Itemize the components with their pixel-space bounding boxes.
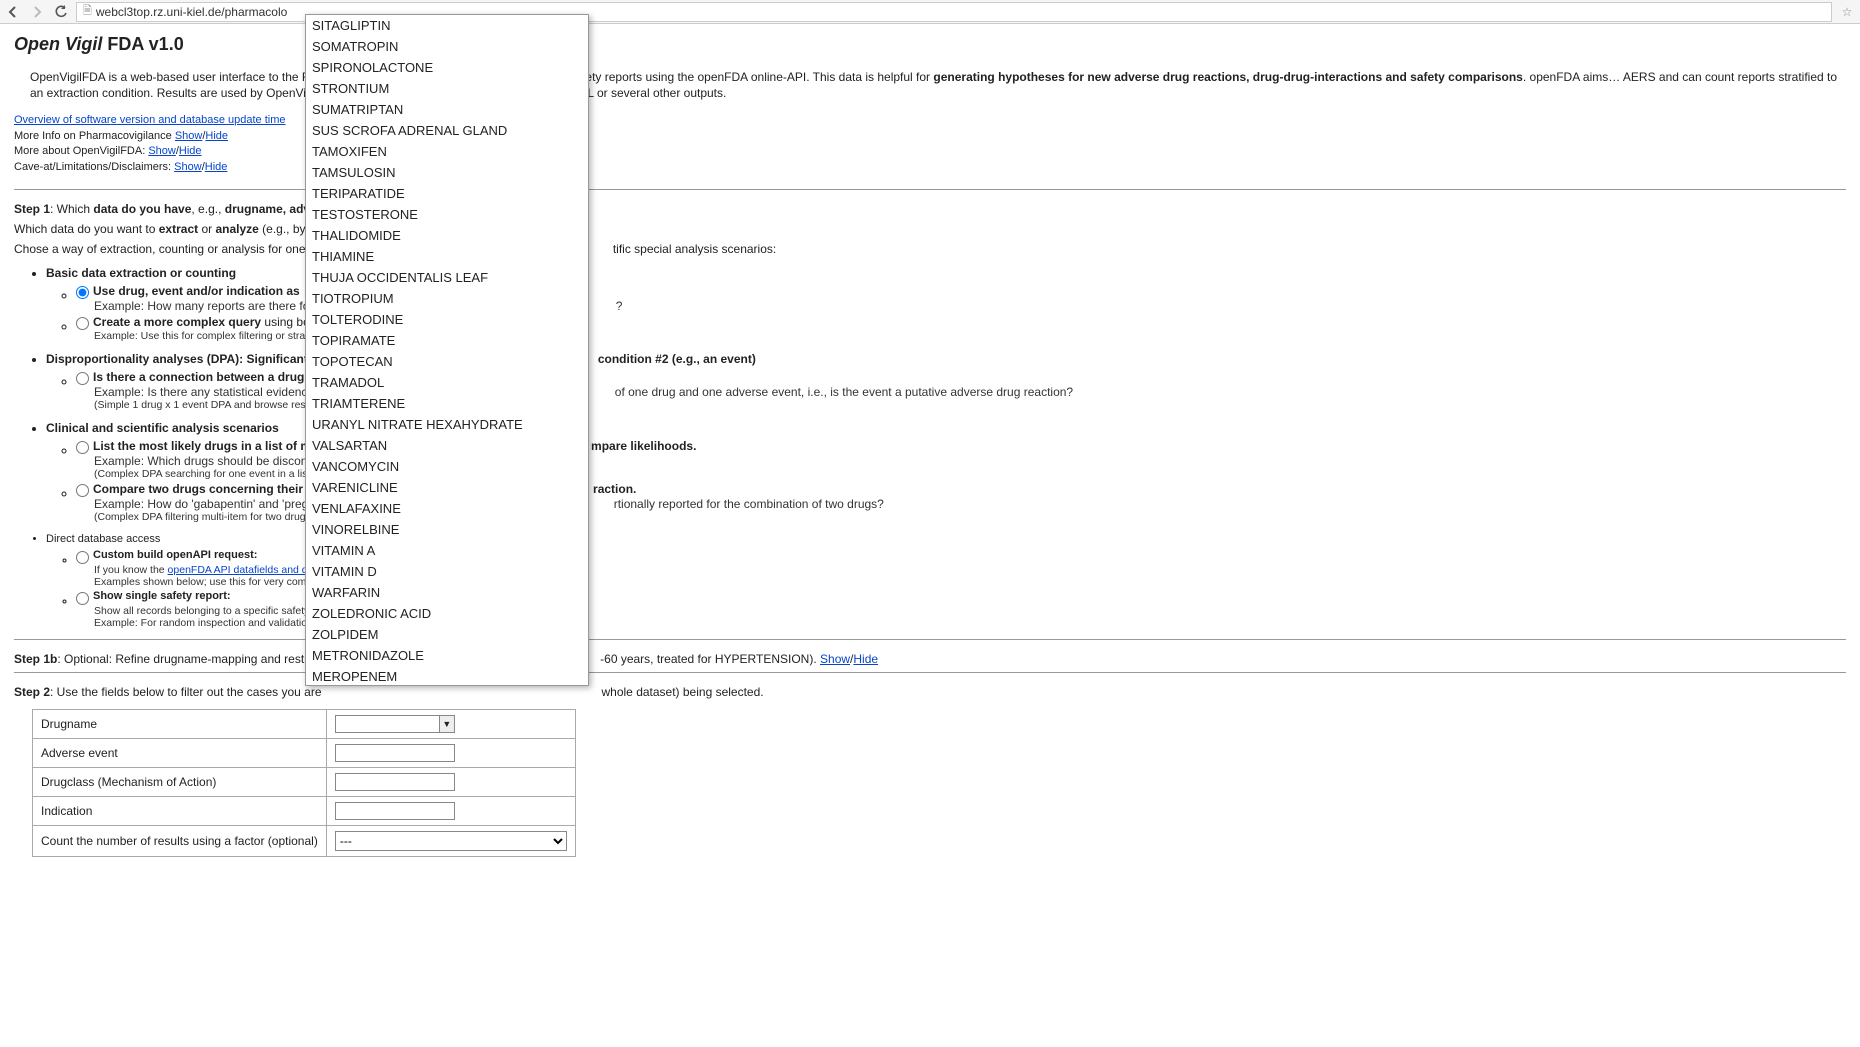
radio-complex-query[interactable]: [76, 317, 89, 330]
dropdown-option[interactable]: TIOTROPIUM: [306, 288, 588, 309]
dropdown-option[interactable]: THIAMINE: [306, 246, 588, 267]
dropdown-option[interactable]: SOMATROPIN: [306, 36, 588, 57]
dropdown-option[interactable]: MEROPENEM: [306, 666, 588, 686]
info-links: Overview of software version and databas…: [14, 113, 1846, 175]
dropdown-option[interactable]: METRONIDAZOLE: [306, 645, 588, 666]
dropdown-option[interactable]: SUMATRIPTAN: [306, 99, 588, 120]
adverse-event-input[interactable]: [335, 744, 455, 762]
radio-list-drugs[interactable]: [76, 441, 89, 454]
label-count-factor: Count the number of results using a fact…: [33, 825, 327, 856]
label-indication: Indication: [33, 796, 327, 825]
forward-button[interactable]: [28, 3, 46, 21]
dropdown-option[interactable]: VITAMIN D: [306, 561, 588, 582]
divider: [14, 639, 1846, 640]
step1b-heading: Step 1b: Optional: Refine drugname-mappi…: [14, 652, 1846, 666]
dropdown-option[interactable]: VALSARTAN: [306, 435, 588, 456]
dropdown-option[interactable]: URANYL NITRATE HEXAHYDRATE: [306, 414, 588, 435]
drugname-dropdown-list[interactable]: SITAGLIPTINSOMATROPINSPIRONOLACTONESTRON…: [305, 14, 589, 686]
divider: [14, 672, 1846, 673]
step1-line3: Chose a way of extraction, counting or a…: [14, 242, 1846, 256]
link-hide[interactable]: Hide: [179, 145, 202, 157]
step2-heading: Step 2: Use the fields below to filter o…: [14, 685, 1846, 699]
dropdown-option[interactable]: TAMSULOSIN: [306, 162, 588, 183]
page-title: Open Vigil FDA v1.0: [14, 34, 1846, 55]
dropdown-option[interactable]: TAMOXIFEN: [306, 141, 588, 162]
link-show[interactable]: Show: [148, 145, 176, 157]
dropdown-option[interactable]: SUS SCROFA ADRENAL GLAND: [306, 120, 588, 141]
dropdown-option[interactable]: TOPOTECAN: [306, 351, 588, 372]
intro-paragraph: OpenVigilFDA is a web-based user interfa…: [30, 69, 1846, 101]
radio-compare-drugs[interactable]: [76, 484, 89, 497]
dropdown-option[interactable]: TOLTERODINE: [306, 309, 588, 330]
link-hide[interactable]: Hide: [205, 130, 228, 142]
dropdown-option[interactable]: TRAMADOL: [306, 372, 588, 393]
dropdown-option[interactable]: VINORELBINE: [306, 519, 588, 540]
link-show[interactable]: Show: [175, 130, 203, 142]
step1-heading: Step 1: Which data do you have, e.g., dr…: [14, 202, 1846, 216]
dropdown-option[interactable]: THALIDOMIDE: [306, 225, 588, 246]
radio-show-report[interactable]: [76, 592, 89, 605]
dropdown-option[interactable]: SPIRONOLACTONE: [306, 57, 588, 78]
drugclass-input[interactable]: [335, 773, 455, 791]
drugname-input[interactable]: [335, 715, 439, 733]
count-factor-select[interactable]: ---: [335, 831, 567, 851]
dropdown-option[interactable]: VITAMIN A: [306, 540, 588, 561]
divider: [14, 189, 1846, 190]
link-show[interactable]: Show: [820, 652, 850, 666]
dropdown-option[interactable]: VARENICLINE: [306, 477, 588, 498]
dropdown-option[interactable]: WARFARIN: [306, 582, 588, 603]
link-show[interactable]: Show: [174, 161, 202, 173]
page-content: Open Vigil FDA v1.0 OpenVigilFDA is a we…: [0, 24, 1860, 1047]
dropdown-option[interactable]: TESTOSTERONE: [306, 204, 588, 225]
dropdown-option[interactable]: TRIAMTERENE: [306, 393, 588, 414]
indication-input[interactable]: [335, 802, 455, 820]
radio-use-drug[interactable]: [76, 286, 89, 299]
dropdown-option[interactable]: THUJA OCCIDENTALIS LEAF: [306, 267, 588, 288]
bookmark-star-icon[interactable]: ☆: [1838, 5, 1856, 19]
link-hide[interactable]: Hide: [205, 161, 228, 173]
dropdown-option[interactable]: SITAGLIPTIN: [306, 15, 588, 36]
filter-table: Drugname ▼ Adverse event Drugclass (Mech…: [32, 709, 576, 857]
step1-line2: Which data do you want to extract or ana…: [14, 222, 1846, 236]
dropdown-option[interactable]: STRONTIUM: [306, 78, 588, 99]
dropdown-option[interactable]: ZOLPIDEM: [306, 624, 588, 645]
link-overview[interactable]: Overview of software version and databas…: [14, 114, 285, 126]
url-text: webcl3top.rz.uni-kiel.de/pharmacolo: [96, 5, 287, 19]
dropdown-option[interactable]: TOPIRAMATE: [306, 330, 588, 351]
dropdown-option[interactable]: ZOLEDRONIC ACID: [306, 603, 588, 624]
label-adverse-event: Adverse event: [33, 738, 327, 767]
dropdown-option[interactable]: VENLAFAXINE: [306, 498, 588, 519]
label-drugclass: Drugclass (Mechanism of Action): [33, 767, 327, 796]
dropdown-option[interactable]: VANCOMYCIN: [306, 456, 588, 477]
page-icon: 🗎: [83, 2, 92, 21]
reload-button[interactable]: [52, 3, 70, 21]
drugname-dropdown-arrow[interactable]: ▼: [439, 715, 455, 733]
back-button[interactable]: [4, 3, 22, 21]
link-hide[interactable]: Hide: [853, 652, 878, 666]
radio-connection[interactable]: [76, 372, 89, 385]
dropdown-option[interactable]: TERIPARATIDE: [306, 183, 588, 204]
browser-toolbar: 🗎 webcl3top.rz.uni-kiel.de/pharmacolo ☆: [0, 0, 1860, 24]
radio-custom-api[interactable]: [76, 551, 89, 564]
label-drugname: Drugname: [33, 709, 327, 738]
